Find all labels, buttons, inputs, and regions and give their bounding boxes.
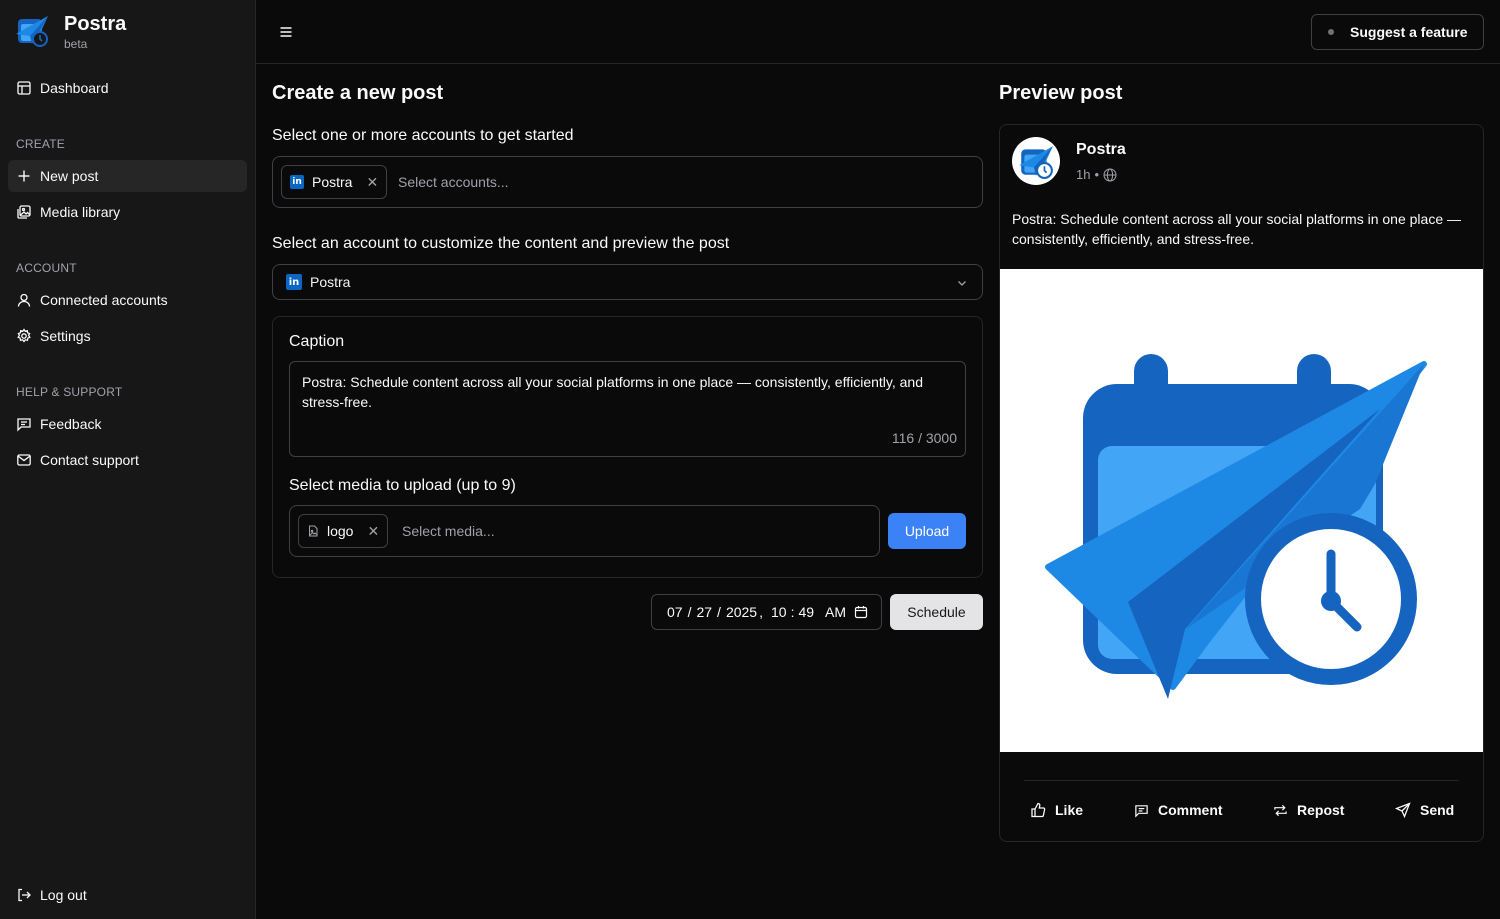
sidebar-item-contact-support[interactable]: Contact support (8, 444, 247, 476)
dot-icon (1328, 29, 1334, 35)
schedule-datetime-input[interactable]: 07 / 27 / 2025 , 10 : 49 AM (651, 594, 882, 630)
accounts-placeholder[interactable]: Select accounts... (398, 174, 509, 190)
send-icon (1395, 802, 1411, 818)
preview-card: Postra 1h • Postra: Schedule content acr… (999, 124, 1484, 842)
send-label: Send (1420, 802, 1455, 818)
upload-button[interactable]: Upload (888, 513, 966, 549)
images-icon (17, 205, 31, 219)
section-help: HELP & SUPPORT (16, 385, 123, 399)
sidebar-item-label: Media library (40, 204, 121, 220)
sidebar-item-label: Log out (40, 887, 87, 903)
thumbs-up-icon (1031, 802, 1046, 818)
sidebar-item-dashboard[interactable]: Dashboard (8, 72, 247, 104)
suggest-feature-label: Suggest a feature (1350, 24, 1468, 40)
log-out-icon (18, 888, 31, 902)
sidebar-item-new-post[interactable]: New post (8, 160, 247, 192)
sidebar-item-label: New post (40, 168, 99, 184)
postra-logo-large-icon (1045, 354, 1427, 699)
brand-tag: beta (64, 37, 88, 51)
section-create: CREATE (16, 137, 65, 151)
sidebar-item-media-library[interactable]: Media library (8, 196, 247, 228)
avatar (1012, 137, 1060, 185)
repeat-icon (1274, 804, 1287, 816)
time-ampm[interactable]: AM (825, 604, 846, 620)
date-day[interactable]: 27 (696, 604, 712, 620)
globe-icon (1103, 168, 1117, 181)
file-image-icon (309, 525, 318, 537)
schedule-button[interactable]: Schedule (890, 594, 983, 630)
preview-image (1000, 269, 1483, 752)
sidebar-item-label: Contact support (40, 452, 139, 468)
media-multiselect[interactable]: logo ✕ Select media... (289, 505, 880, 557)
sidebar-item-label: Connected accounts (40, 292, 168, 308)
like-button[interactable]: Like (1030, 802, 1083, 818)
accounts-label: Select one or more accounts to get start… (272, 127, 574, 144)
gear-icon (17, 328, 31, 343)
repost-button[interactable]: Repost (1273, 802, 1344, 818)
accounts-multiselect[interactable]: in Postra ✕ Select accounts... (272, 156, 983, 208)
sidebar-item-logout[interactable]: Log out (8, 879, 247, 911)
caption-text: Postra: Schedule content across all your… (302, 374, 923, 410)
postra-logo-icon (16, 16, 48, 47)
account-select-value: Postra (310, 274, 351, 290)
caption-char-count: 116 / 3000 (891, 430, 957, 446)
topbar: Suggest a feature (256, 0, 1500, 64)
account-select[interactable]: in Postra (272, 264, 983, 300)
sidebar-item-settings[interactable]: Settings (8, 320, 247, 352)
chevron-down-icon (958, 281, 966, 286)
user-icon (17, 293, 31, 307)
time-minute[interactable]: 49 (798, 604, 814, 620)
repost-label: Repost (1297, 802, 1345, 818)
media-chip: logo ✕ (298, 514, 389, 548)
compose-title: Create a new post (272, 82, 444, 104)
like-label: Like (1055, 802, 1084, 818)
brand-name: Postra (64, 13, 127, 35)
customize-label: Select an account to customize the conte… (272, 235, 730, 252)
comment-button[interactable]: Comment (1134, 802, 1223, 818)
time-hour[interactable]: 10 (771, 604, 787, 620)
media-placeholder[interactable]: Select media... (402, 523, 495, 539)
caption-textarea[interactable]: Postra: Schedule content across all your… (289, 361, 966, 457)
divider (1024, 780, 1459, 781)
preview-text: Postra: Schedule content across all your… (1012, 211, 1462, 247)
date-year[interactable]: 2025 (726, 604, 757, 620)
suggest-feature-button[interactable]: Suggest a feature (1311, 14, 1484, 50)
sidebar-item-label: Feedback (40, 416, 102, 432)
section-account: ACCOUNT (16, 261, 77, 275)
close-icon[interactable]: ✕ (366, 174, 378, 191)
date-month[interactable]: 07 (667, 604, 683, 620)
preview-author: Postra (1076, 141, 1126, 158)
close-icon[interactable]: ✕ (367, 523, 379, 540)
sidebar-item-feedback[interactable]: Feedback (8, 408, 247, 440)
content-card: Caption Postra: Schedule content across … (272, 316, 983, 578)
plus-icon (18, 170, 30, 182)
sidebar-item-label: Settings (40, 328, 91, 344)
caption-label: Caption (289, 333, 345, 350)
comment-label: Comment (1158, 802, 1223, 818)
brand[interactable]: Postra beta (14, 12, 126, 52)
linkedin-icon: in (286, 274, 302, 290)
message-square-icon (17, 418, 31, 432)
mail-icon (17, 454, 31, 466)
media-label: Select media to upload (up to 9) (289, 477, 516, 494)
sidebar-item-connected-accounts[interactable]: Connected accounts (8, 284, 247, 316)
account-chip: in Postra ✕ (281, 165, 388, 199)
menu-icon[interactable] (276, 22, 296, 42)
sidebar-item-label: Dashboard (40, 80, 109, 96)
postra-logo-icon (1019, 146, 1053, 179)
dashboard-icon (17, 81, 31, 95)
sidebar: Postra beta Dashboard CREATE New post Me… (0, 0, 256, 919)
linkedin-icon: in (290, 175, 304, 189)
message-square-icon (1135, 804, 1148, 818)
preview-meta: 1h • (1076, 167, 1117, 182)
preview-title: Preview post (999, 82, 1123, 104)
preview-time: 1h (1076, 167, 1091, 182)
calendar-icon[interactable] (854, 605, 868, 619)
media-chip-label: logo (327, 523, 354, 539)
account-chip-label: Postra (312, 174, 353, 190)
send-button[interactable]: Send (1395, 802, 1454, 818)
